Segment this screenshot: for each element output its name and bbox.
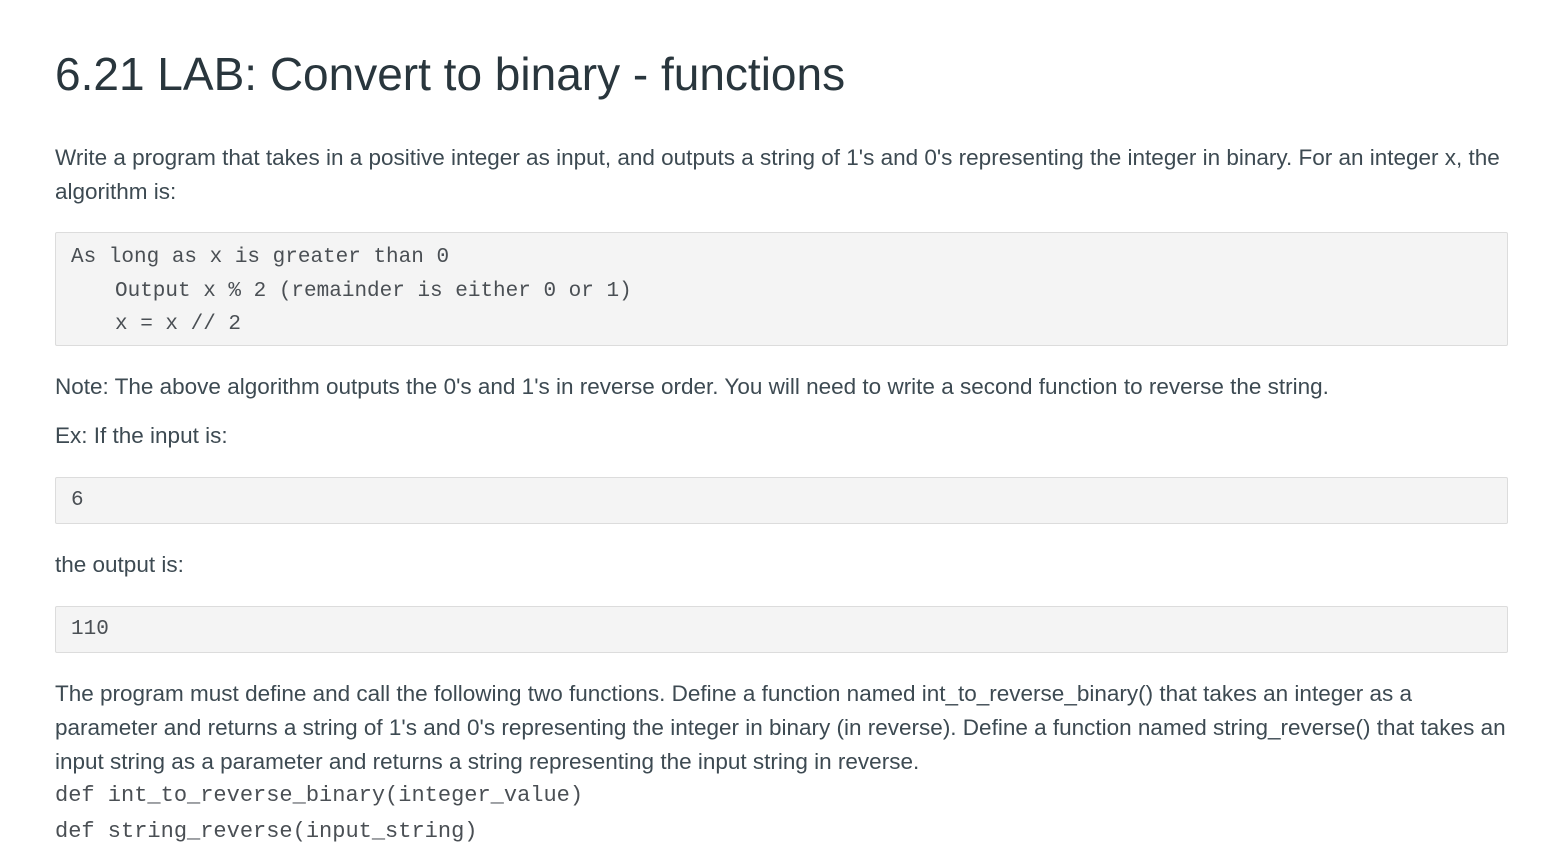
algorithm-line: As long as x is greater than 0	[71, 246, 450, 269]
example-output-block: 110	[55, 606, 1508, 653]
example-input-block: 6	[55, 477, 1508, 524]
note-paragraph: Note: The above algorithm outputs the 0'…	[55, 374, 1329, 399]
example-input-label: Ex: If the input is:	[55, 423, 228, 448]
intro-paragraph: Write a program that takes in a positive…	[55, 145, 1500, 204]
define-functions-paragraph: The program must define and call the fol…	[55, 681, 1506, 774]
function-signature: def string_reverse(input_string)	[55, 819, 478, 844]
page-title: 6.21 LAB: Convert to binary - functions	[55, 48, 846, 100]
algorithm-line: Output x % 2 (remainder is either 0 or 1…	[115, 279, 632, 303]
algorithm-code-block: As long as x is greater than 0 Output x …	[55, 232, 1508, 346]
algorithm-line: x = x // 2	[115, 313, 242, 336]
example-output-label: the output is:	[55, 552, 184, 577]
function-signature: def int_to_reverse_binary(integer_value)	[55, 783, 584, 808]
